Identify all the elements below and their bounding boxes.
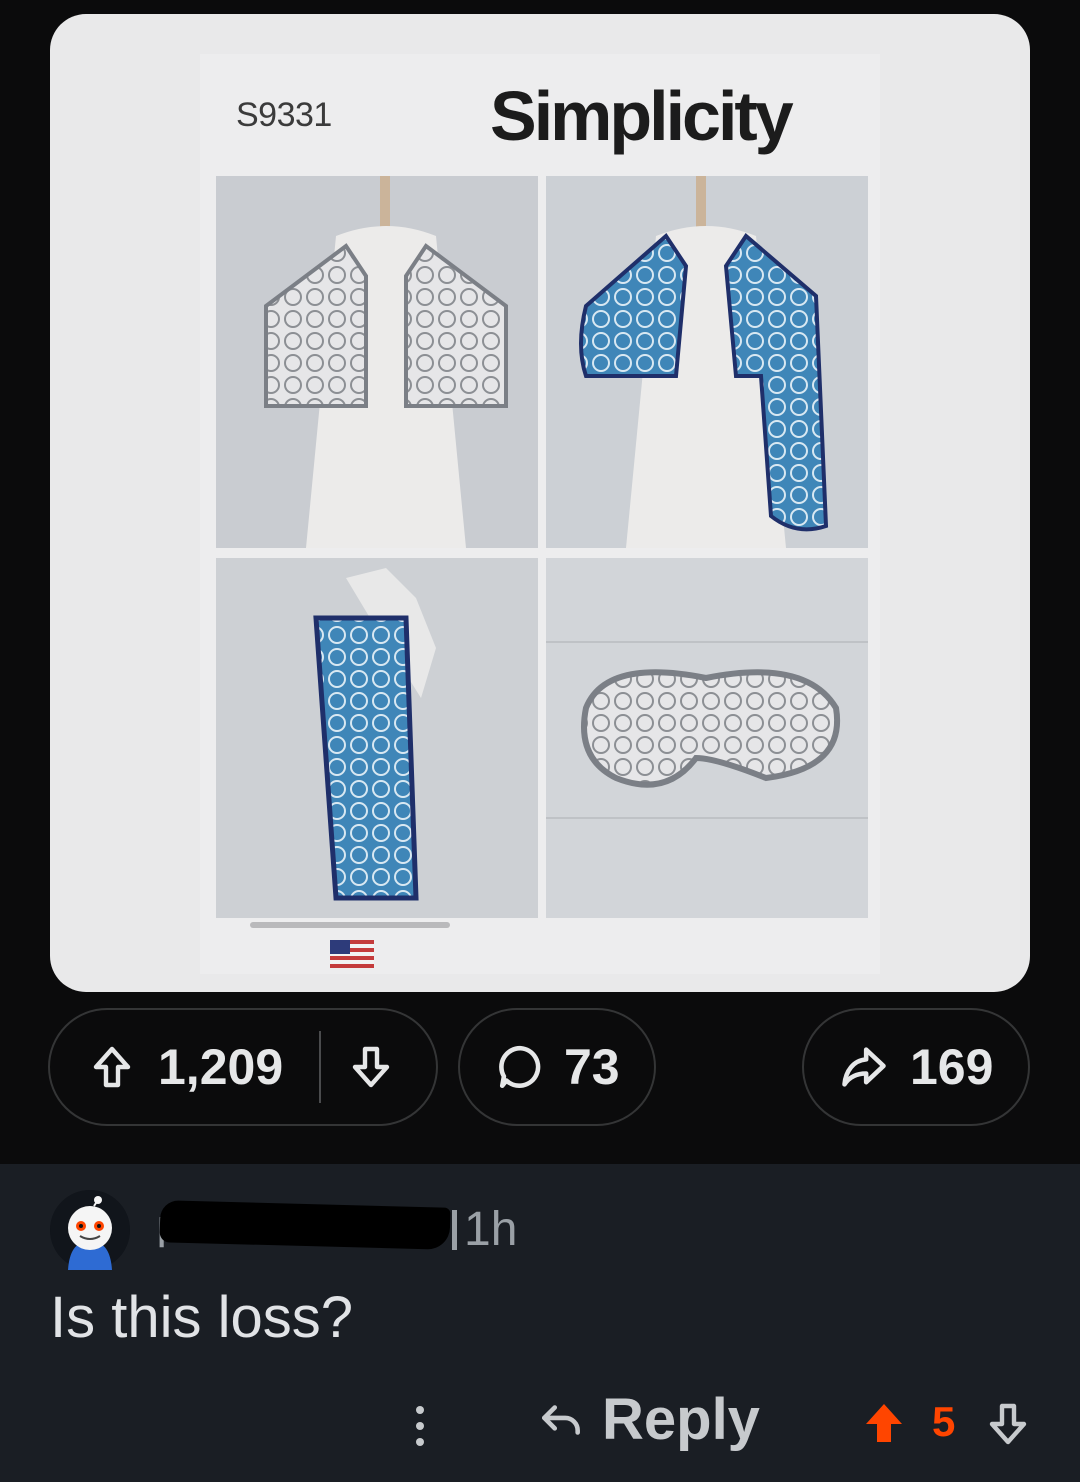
comment-count: 73: [564, 1039, 620, 1095]
comment-upvote-icon[interactable]: [860, 1400, 908, 1453]
comment-icon: [496, 1042, 546, 1092]
more-icon[interactable]: [400, 1400, 440, 1452]
vote-divider: [319, 1031, 322, 1103]
reply-label: Reply: [602, 1387, 760, 1452]
comment: F 1h Is this loss? Reply 5: [0, 1164, 1080, 1482]
reply-button[interactable]: Reply: [536, 1386, 760, 1453]
photo-eye-mask: [546, 558, 868, 918]
reply-icon: [542, 1404, 580, 1435]
redaction-mark: [159, 1200, 451, 1250]
share-icon: [838, 1041, 890, 1093]
share-button[interactable]: 169: [802, 1008, 1030, 1126]
comment-score: 5: [932, 1398, 956, 1445]
comment-timestamp: 1h: [464, 1203, 518, 1256]
vote-control: 1,209: [48, 1008, 438, 1126]
photo-neck-wrap-white: [216, 176, 538, 548]
usa-flag-icon: [330, 940, 374, 968]
redaction-edge: [452, 1210, 457, 1250]
pattern-number: S9331: [236, 96, 332, 134]
post-image[interactable]: S9331 Simplicity: [50, 14, 1030, 992]
downvote-icon[interactable]: [347, 1043, 395, 1091]
made-in-usa-text: [250, 922, 450, 928]
photo-wrist-wrap: [216, 558, 538, 918]
brand-logo: Simplicity: [490, 77, 794, 155]
vote-count: 1,209: [158, 1039, 284, 1095]
upvote-icon[interactable]: [88, 1043, 136, 1091]
comments-button[interactable]: 73: [458, 1008, 656, 1126]
comment-downvote-icon[interactable]: [984, 1400, 1032, 1453]
comment-actions: Reply 5: [0, 1380, 1080, 1470]
comment-body: Is this loss?: [50, 1285, 353, 1350]
photo-shoulder-wrap-blue: [546, 176, 868, 548]
pattern-envelope: S9331 Simplicity: [200, 54, 880, 974]
share-count: 169: [910, 1039, 994, 1095]
avatar[interactable]: [50, 1190, 130, 1270]
